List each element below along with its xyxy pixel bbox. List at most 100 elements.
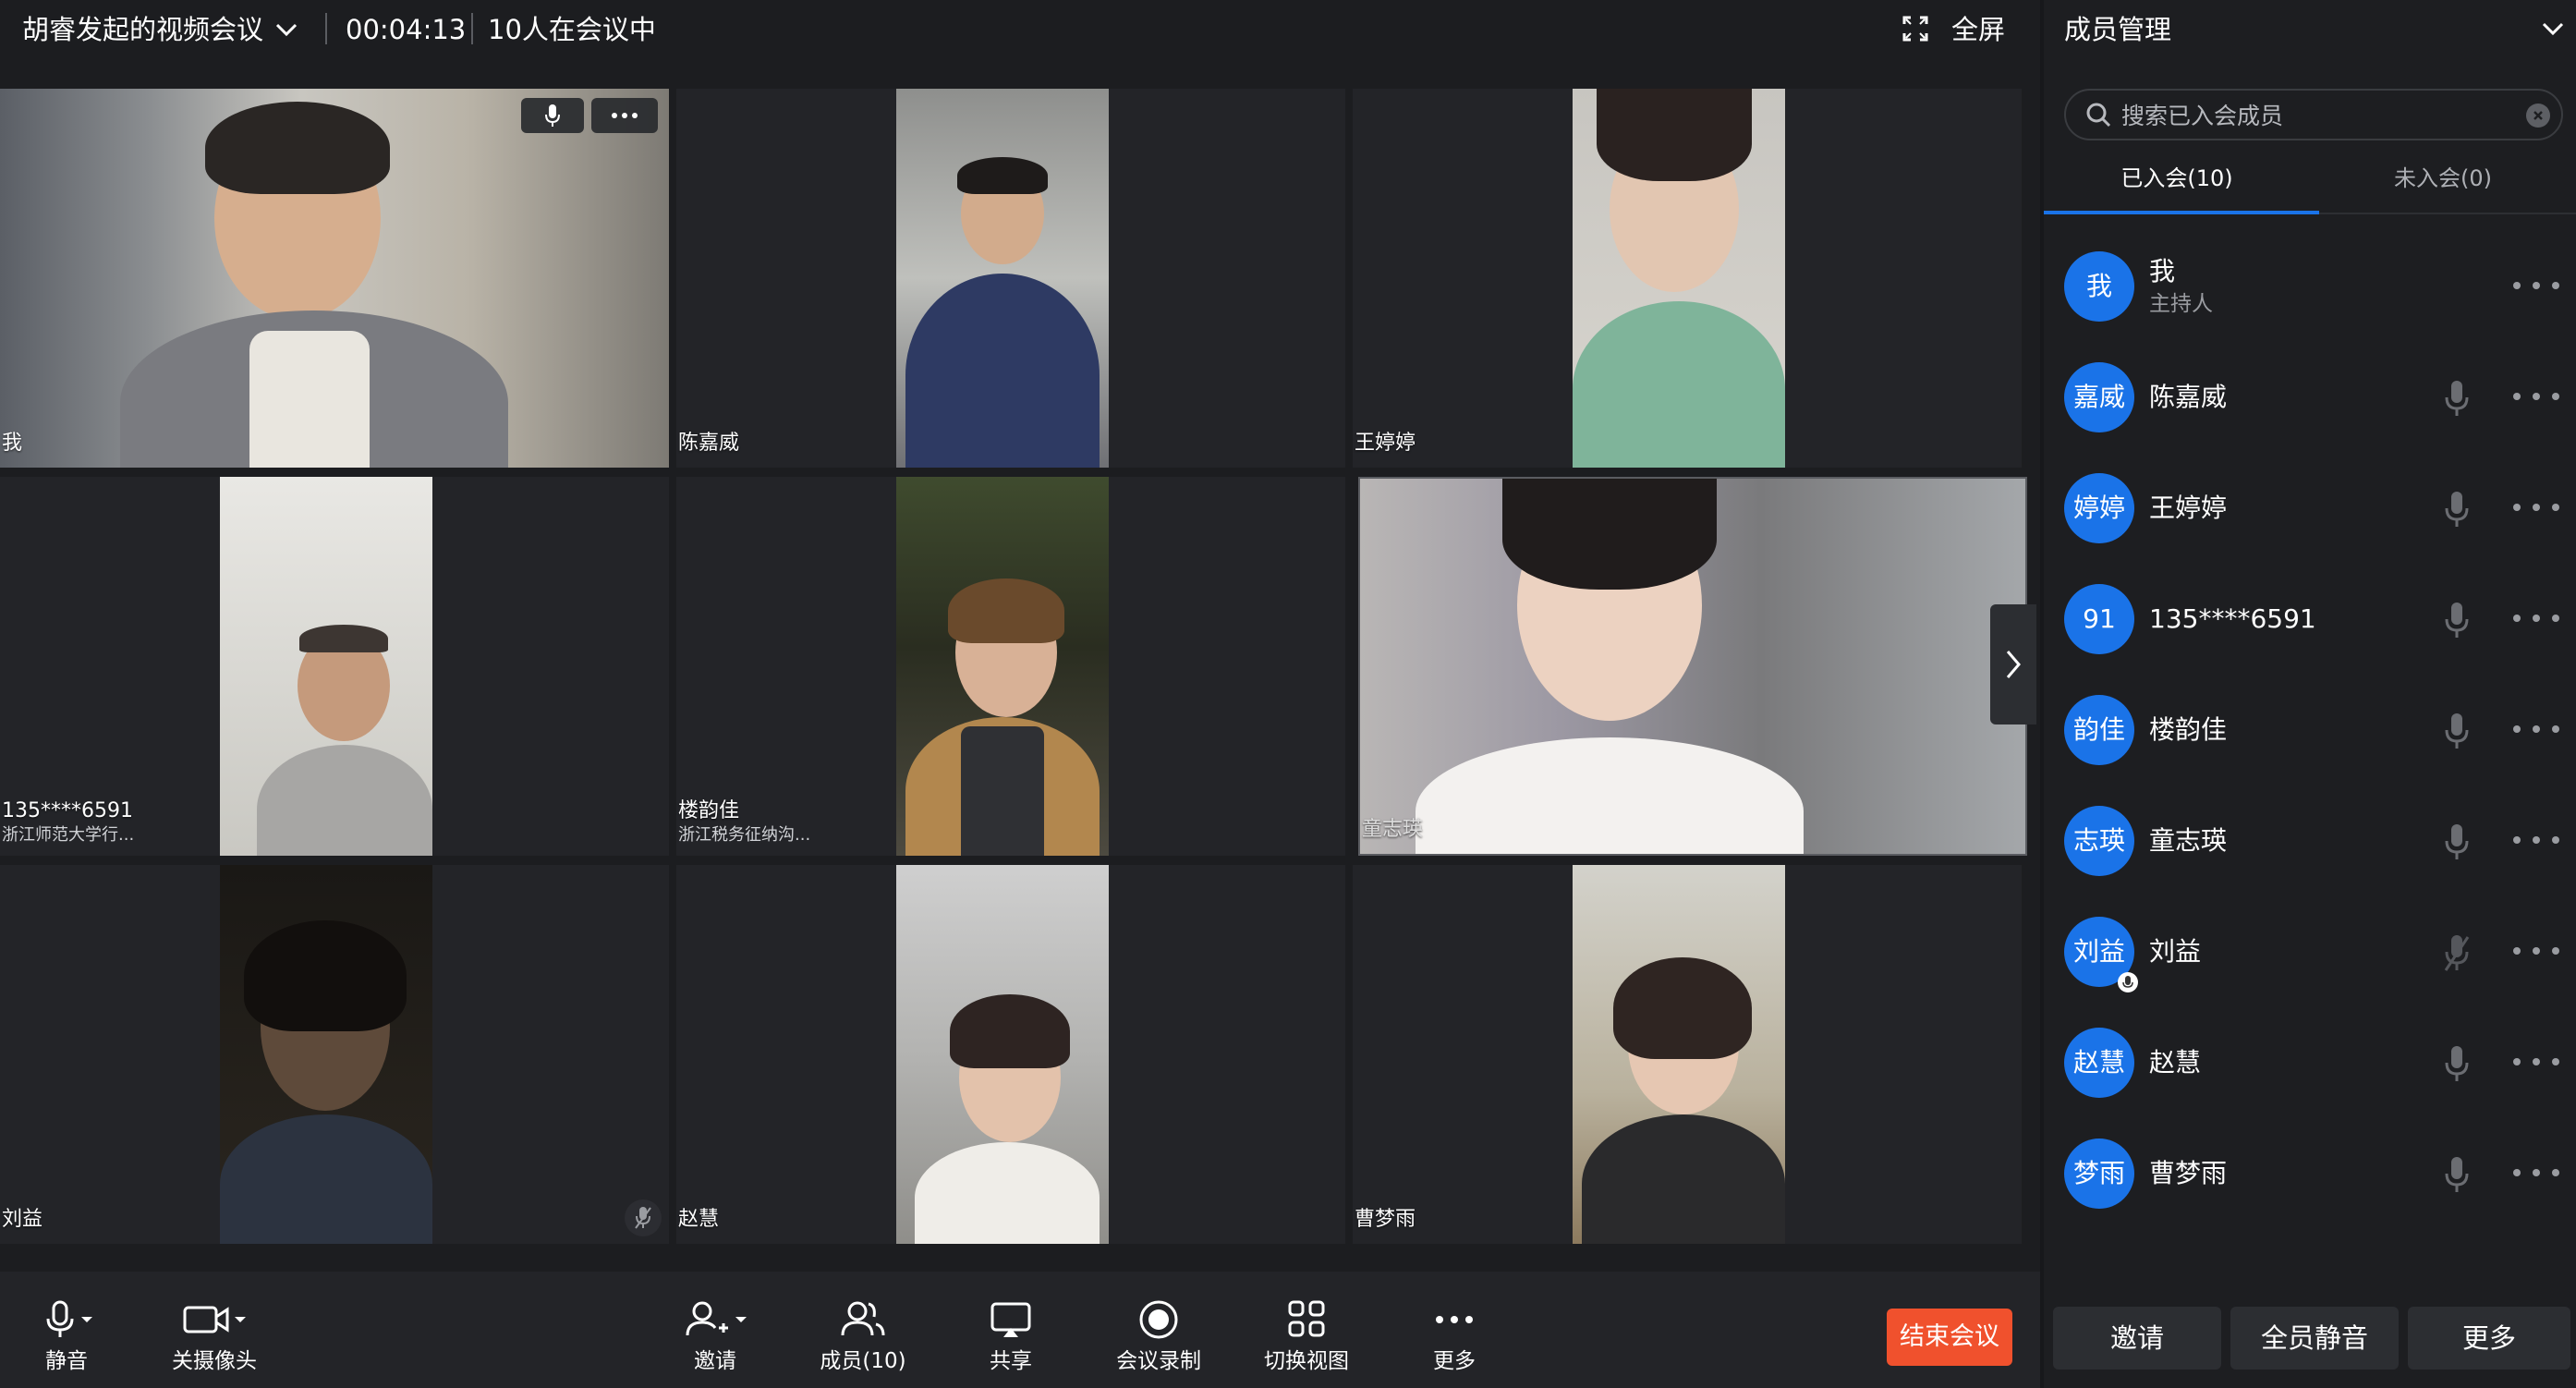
participant-name: 我	[2, 432, 23, 455]
member-name: 135****6591	[2149, 603, 2316, 634]
member-name: 我	[2149, 256, 2176, 286]
member-name: 刘益	[2149, 936, 2202, 967]
video-feed	[220, 477, 432, 856]
fullscreen-icon[interactable]	[1902, 15, 1929, 43]
chevron-down-icon[interactable]	[2537, 13, 2569, 44]
member-more-button[interactable]	[2513, 272, 2559, 299]
tile-mic-button[interactable]	[521, 98, 584, 133]
record-button[interactable]: 会议录制	[1094, 1272, 1223, 1388]
member-role: 主持人	[2149, 292, 2213, 316]
share-button[interactable]: 共享	[946, 1272, 1075, 1388]
mute-all-button[interactable]: 全员静音	[2230, 1307, 2399, 1370]
chevron-right-icon	[2006, 651, 2021, 678]
more-button[interactable]: 更多	[1390, 1272, 1519, 1388]
member-row[interactable]: 梦雨 曹梦雨	[2044, 1122, 2576, 1224]
divider	[325, 13, 327, 44]
video-tile[interactable]: 楼韵佳 浙江税务征纳沟...	[676, 477, 1345, 856]
members-icon	[841, 1301, 885, 1336]
member-name: 曹梦雨	[2149, 1158, 2228, 1188]
fullscreen-button[interactable]: 全屏	[1951, 11, 2005, 48]
meeting-timer: 00:04:13	[346, 14, 467, 45]
avatar: 我	[2064, 251, 2134, 322]
video-tile[interactable]: 王婷婷	[1353, 89, 2022, 468]
chevron-down-icon[interactable]	[270, 13, 303, 46]
member-more-button[interactable]	[2513, 1048, 2559, 1076]
members-button[interactable]: 成员(10)	[798, 1272, 928, 1388]
member-row[interactable]: 韵佳 楼韵佳	[2044, 678, 2576, 780]
video-tile[interactable]: 刘益	[0, 865, 669, 1244]
avatar: 志瑛	[2064, 806, 2134, 876]
avatar: 赵慧	[2064, 1028, 2134, 1098]
microphone-icon[interactable]	[2443, 490, 2471, 529]
microphone-icon[interactable]	[2443, 712, 2471, 750]
switch-view-button[interactable]: 切换视图	[1242, 1272, 1371, 1388]
microphone-icon[interactable]	[2443, 1155, 2471, 1194]
tab-not-joined[interactable]: 未入会(0)	[2310, 159, 2576, 213]
microphone-icon[interactable]	[2443, 1044, 2471, 1083]
video-grid: 我 陈嘉威 王婷婷 135****6591 浙江师范大学行... 楼韵佳 浙江税…	[0, 89, 2040, 1244]
member-more-button[interactable]	[2513, 1159, 2559, 1187]
next-page-button[interactable]	[1990, 604, 2036, 724]
mic-off-icon	[635, 1207, 651, 1229]
member-name: 童志瑛	[2149, 825, 2228, 856]
mute-button[interactable]: 静音	[2, 1272, 131, 1388]
participant-name: 曹梦雨	[1355, 1208, 1416, 1231]
video-tile[interactable]: 陈嘉威	[676, 89, 1345, 468]
invite-button[interactable]: 邀请	[650, 1272, 780, 1388]
member-row[interactable]: 我 我 主持人	[2044, 235, 2576, 336]
member-more-button[interactable]	[2513, 493, 2559, 521]
participant-name: 135****6591	[2, 799, 133, 822]
end-meeting-button[interactable]: 结束会议	[1887, 1309, 2012, 1366]
more-button[interactable]: 更多	[2408, 1307, 2570, 1370]
participant-name: 刘益	[2, 1208, 43, 1231]
record-icon	[1139, 1300, 1178, 1339]
member-row[interactable]: 嘉威 陈嘉威	[2044, 346, 2576, 447]
microphone-icon[interactable]	[2443, 822, 2471, 861]
member-more-button[interactable]	[2513, 383, 2559, 410]
member-row[interactable]: 志瑛 童志瑛	[2044, 789, 2576, 891]
video-tile[interactable]: 我	[0, 89, 669, 468]
search-input[interactable]	[2120, 98, 2493, 133]
member-name: 陈嘉威	[2149, 382, 2228, 412]
meeting-title: 胡睿发起的视频会议	[22, 14, 264, 45]
camera-icon	[183, 1306, 246, 1333]
member-more-button[interactable]	[2513, 715, 2559, 743]
member-more-button[interactable]	[2513, 937, 2559, 965]
microphone-icon[interactable]	[2443, 379, 2471, 418]
member-row[interactable]: 91 135****6591	[2044, 567, 2576, 669]
more-icon	[1436, 1316, 1473, 1323]
meeting-toolbar: 静音 关摄像头 邀请 成员(10) 共享 会议录制 切换视图 更多 结束会议	[0, 1272, 2040, 1388]
avatar: 嘉威	[2064, 362, 2134, 432]
invite-button[interactable]: 邀请	[2053, 1307, 2221, 1370]
video-feed	[1573, 865, 1785, 1244]
active-tab-indicator	[2044, 211, 2319, 214]
member-name: 楼韵佳	[2149, 714, 2228, 745]
video-tile[interactable]: 135****6591 浙江师范大学行...	[0, 477, 669, 856]
tile-more-button[interactable]	[591, 98, 658, 133]
close-icon	[2533, 111, 2543, 120]
member-row[interactable]: 刘益 刘益	[2044, 900, 2576, 1002]
member-row[interactable]: 婷婷 王婷婷	[2044, 457, 2576, 558]
member-more-button[interactable]	[2513, 826, 2559, 854]
meeting-header: 胡睿发起的视频会议 00:04:13 10人在会议中 全屏	[0, 0, 2040, 59]
member-row[interactable]: 赵慧 赵慧	[2044, 1011, 2576, 1113]
member-more-button[interactable]	[2513, 604, 2559, 632]
mic-off-icon[interactable]	[2443, 933, 2471, 972]
video-tile[interactable]: 曹梦雨	[1353, 865, 2022, 1244]
microphone-icon	[545, 104, 560, 127]
video-feed	[896, 865, 1109, 1244]
grid-view-icon	[1288, 1300, 1325, 1337]
video-tile[interactable]: 赵慧	[676, 865, 1345, 1244]
avatar: 91	[2064, 584, 2134, 654]
clear-search-button[interactable]	[2526, 103, 2550, 128]
video-feed	[1573, 89, 1785, 468]
speaker-indicator-icon	[2118, 972, 2138, 992]
camera-button[interactable]: 关摄像头	[150, 1272, 279, 1388]
video-feed	[1360, 479, 2025, 854]
tab-joined[interactable]: 已入会(10)	[2044, 159, 2310, 213]
video-tile-active[interactable]: 童志瑛	[1358, 477, 2027, 856]
member-tabs: 已入会(10) 未入会(0)	[2044, 159, 2576, 214]
participant-name: 陈嘉威	[678, 432, 740, 455]
microphone-icon[interactable]	[2443, 601, 2471, 639]
participant-name: 童志瑛	[1362, 818, 1424, 841]
